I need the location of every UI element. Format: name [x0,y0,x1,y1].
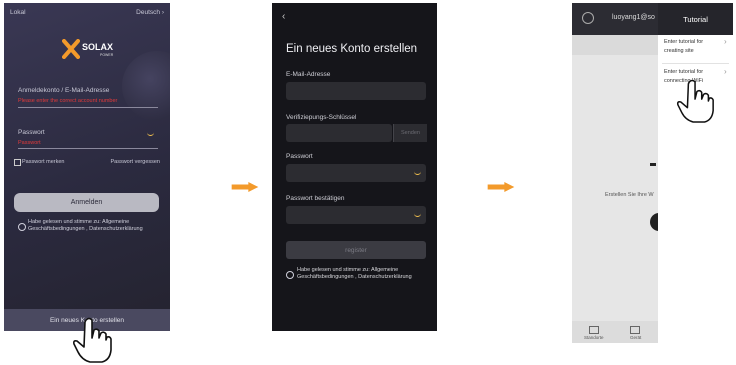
password-placeholder: Passwort [18,129,45,136]
brand-text: SOLAX [82,42,114,52]
terms-text: Habe gelesen und stimme zu: Allgemeine G… [28,219,143,232]
page-title: Ein neues Konto erstellen [286,43,418,55]
key-label: Verifiziерungs-Schlüssel [286,114,357,121]
login-screen: Lokal Deutsch › SOLAX POWER Anmeldekonto… [4,3,170,331]
avatar-icon[interactable] [582,12,594,24]
account-input[interactable] [18,107,158,108]
sites-icon[interactable] [589,326,599,334]
empty-state-text: Erstellen Sie Ihre W [605,192,654,198]
account-error: Please enter the correct account number [18,98,118,104]
terms-radio[interactable] [286,271,294,279]
device-icon[interactable] [630,326,640,334]
globe-graphic [122,51,170,121]
register-button[interactable]: register [286,241,426,259]
confirm-password-label: Passwort bestätigen [286,195,345,202]
confirm-password-field[interactable] [286,206,426,224]
password-error: Passwort [18,140,41,146]
register-screen: ‹ Ein neues Konto erstellen E-Mail-Adres… [272,3,437,331]
password-label: Passwort [286,153,313,160]
terms-radio[interactable] [18,223,26,231]
account-placeholder: Anmeldekonto / E-Mail-Adresse [18,87,110,94]
tutorial-screen: luoyang1@so Erstellen Sie Ihre W Standor… [572,3,733,343]
language-selector[interactable]: Deutsch › [136,9,164,16]
remember-label: Passwort merken [22,159,65,165]
account-label: luoyang1@so [612,14,655,21]
tutorial-item-site[interactable]: Enter tutorial for creating site › [658,35,733,63]
send-code-button[interactable]: Senden [393,124,427,142]
pointer-hand-icon [676,79,714,123]
password-input[interactable] [18,148,158,149]
marker [650,163,656,166]
next-arrow-icon [487,182,515,192]
email-label: E-Mail-Adresse [286,71,331,78]
remember-checkbox[interactable] [14,159,21,166]
back-icon[interactable]: ‹ [282,11,285,22]
pointer-hand-icon [73,317,112,363]
tutorial-title: Tutorial [658,3,733,35]
nav-device[interactable]: Gerät [630,335,641,340]
tutorial-item-site-label: Enter tutorial for creating site [664,39,704,54]
chevron-right-icon: › [724,67,727,76]
mode-label[interactable]: Lokal [10,9,26,16]
next-arrow-icon [231,182,259,192]
forgot-password-link[interactable]: Passwort vergessen [110,159,160,165]
language-label: Deutsch [136,9,161,16]
login-button[interactable]: Anmelden [14,193,159,212]
nav-sites[interactable]: Standorte [584,335,604,340]
tutorial-panel: Tutorial Enter tutorial for creating sit… [658,3,733,343]
password-field[interactable] [286,164,426,182]
chevron-right-icon: › [724,37,727,46]
eye-icon[interactable] [147,132,154,136]
sub-header [572,35,658,55]
verification-key-field[interactable] [286,124,392,142]
divider [662,63,729,64]
brand-sub: POWER [100,53,114,57]
solax-logo: SOLAX POWER [62,39,122,61]
terms-text: Habe gelesen und stimme zu: Allgemeine G… [297,267,412,280]
email-field[interactable] [286,82,426,100]
